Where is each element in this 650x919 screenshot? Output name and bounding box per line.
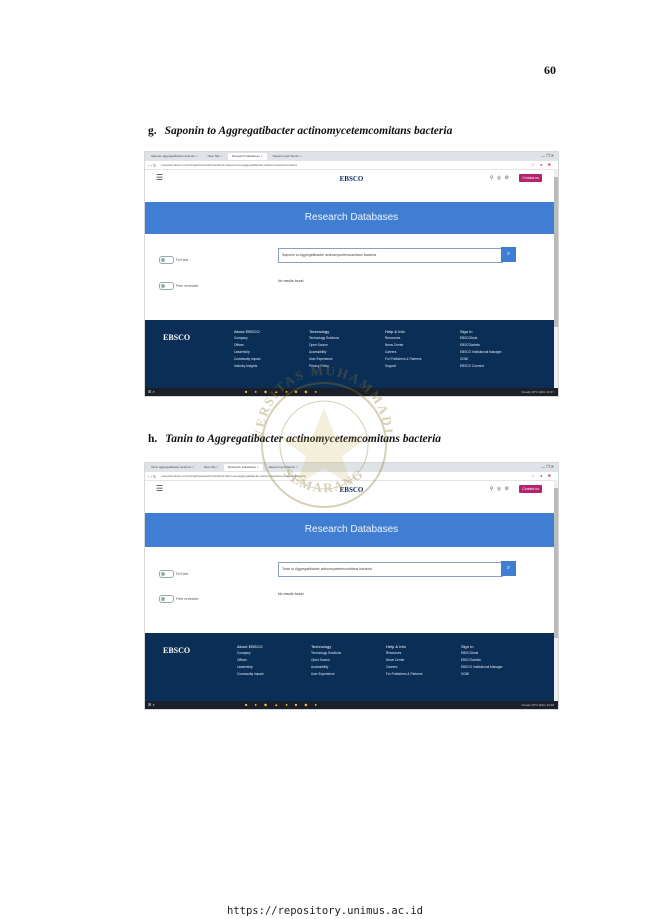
taskbar: ⊞ ⌕ ■ ● ◆ ▲ ● ■ ◆ ● Cloudy 26°C ENG 13:4… bbox=[145, 388, 558, 396]
back-forward-reload-icon[interactable]: ‹ › ↻ bbox=[148, 163, 156, 168]
taskbar: ⊞ ⌕ ■ ● ◆ ▲ ● ■ ◆ ● Cloudy 26°C ENG 13:4… bbox=[145, 701, 558, 709]
figure-label: g. bbox=[148, 125, 157, 137]
figure-caption-h: h. Tanin to Aggregatibacter actinomycetem… bbox=[148, 433, 441, 445]
screenshot-g: Saponin aggregatibacter actinom × New Ta… bbox=[144, 151, 559, 397]
figure-caption-text: Saponin to Aggregatibacter actinomycetem… bbox=[164, 125, 453, 137]
scrollbar[interactable] bbox=[554, 169, 558, 388]
footer-logo: EBSCO bbox=[163, 646, 191, 655]
browser-tab-bar: Tanin aggregatibacter actinom × New Tab … bbox=[145, 463, 558, 472]
browser-tab[interactable]: Tanin aggregatibacter actinom × bbox=[147, 464, 198, 471]
banner-title: Research Databases bbox=[145, 513, 558, 547]
site-footer: EBSCO About EBSCO Company Offices Leader… bbox=[145, 633, 558, 701]
search-button[interactable]: ⌕ bbox=[501, 247, 516, 262]
contact-us-button[interactable]: Contact us bbox=[519, 485, 542, 493]
search-input[interactable]: Tanin to Aggregatibacter actinomycetemco… bbox=[278, 562, 503, 577]
header-icons[interactable]: ⚲ ◎ ⚙ bbox=[490, 175, 510, 181]
browser-tab-active[interactable]: Research Databases × bbox=[224, 464, 263, 471]
header-icons[interactable]: ⚲ ◎ ⚙ bbox=[490, 486, 510, 492]
back-forward-reload-icon[interactable]: ‹ › ↻ bbox=[148, 474, 156, 479]
url-field[interactable]: research.ebsco.com/c/ntgcbm/search/resul… bbox=[161, 163, 411, 167]
footer-column: Sign In EBSCOhost EBSCOadmin EBSCO Insti… bbox=[460, 329, 502, 368]
results-message: No results found bbox=[278, 592, 304, 596]
footer-column: About EBSCO Company Offices Leadership C… bbox=[234, 329, 261, 368]
browser-tab[interactable]: Saponin and Tannin × bbox=[265, 464, 302, 471]
search-button[interactable]: ⌕ bbox=[501, 561, 516, 576]
results-message: No results found bbox=[278, 279, 304, 283]
footer-column: Help & Info Resources News Center Career… bbox=[385, 329, 422, 368]
footer-column: Technology Technology Solutions Open Sou… bbox=[311, 644, 342, 676]
browser-tab[interactable]: New Tab × bbox=[204, 153, 226, 160]
toggle-icon[interactable] bbox=[159, 570, 174, 578]
figure-caption-text: Tanin to Aggregatibacter actinomycetemco… bbox=[165, 433, 442, 445]
site-footer: EBSCO About EBSCO Company Offices Leader… bbox=[145, 320, 558, 388]
browser-tab-bar: Saponin aggregatibacter actinom × New Ta… bbox=[145, 152, 558, 161]
system-tray: Cloudy 26°C ENG 13:47 bbox=[521, 390, 554, 394]
taskbar-app-icons[interactable]: ■ ● ◆ ▲ ● ■ ◆ ● bbox=[245, 389, 320, 394]
contact-us-button[interactable]: Contact us bbox=[519, 174, 542, 182]
repository-url[interactable]: https://repository.unimus.ac.id bbox=[0, 905, 650, 917]
extension-icons[interactable]: ☆ ● ✱ bbox=[531, 473, 553, 478]
figure-label: h. bbox=[148, 433, 158, 445]
site-header: ☰ EBSCO ⚲ ◎ ⚙ Contact us bbox=[145, 170, 558, 188]
window-controls-icon[interactable]: — ❐ ✕ bbox=[541, 464, 554, 469]
scrollbar[interactable] bbox=[554, 480, 558, 701]
extension-icons[interactable]: ☆ ● ✱ bbox=[531, 162, 553, 167]
url-field[interactable]: research.ebsco.com/c/ntgcbm/search/resul… bbox=[161, 474, 411, 478]
footer-column: Sign In EBSCOhost EBSCOadmin EBSCO Insti… bbox=[461, 644, 503, 676]
screenshot-h: Tanin aggregatibacter actinom × New Tab … bbox=[144, 462, 559, 710]
address-bar: ‹ › ↻ research.ebsco.com/c/ntgcbm/search… bbox=[145, 472, 558, 481]
filter-peer-reviewed[interactable]: Peer reviewed bbox=[159, 282, 198, 290]
browser-tab[interactable]: New Tab × bbox=[200, 464, 222, 471]
filter-peer-reviewed[interactable]: Peer reviewed bbox=[159, 595, 198, 603]
toggle-icon[interactable] bbox=[159, 256, 174, 264]
browser-tab-active[interactable]: Research Databases × bbox=[227, 153, 267, 160]
banner-title: Research Databases bbox=[145, 202, 558, 234]
footer-column: About EBSCO Company Offices Leadership C… bbox=[237, 644, 264, 676]
site-header: ☰ EBSCO ⚲ ◎ ⚙ Contact us bbox=[145, 481, 558, 499]
browser-tab[interactable]: Saponin aggregatibacter actinom × bbox=[147, 153, 202, 160]
address-bar: ‹ › ↻ research.ebsco.com/c/ntgcbm/search… bbox=[145, 161, 558, 170]
toggle-icon[interactable] bbox=[159, 282, 174, 290]
footer-column: Help & Info Resources News Center Career… bbox=[386, 644, 423, 676]
filter-full-text[interactable]: Full text bbox=[159, 570, 188, 578]
taskbar-app-icons[interactable]: ■ ● ◆ ▲ ● ■ ◆ ● bbox=[245, 702, 320, 707]
start-search-icon[interactable]: ⊞ ⌕ bbox=[148, 702, 155, 707]
footer-logo: EBSCO bbox=[163, 333, 191, 342]
page-number: 60 bbox=[544, 63, 556, 77]
figure-caption-g: g. Saponin to Aggregatibacter actinomycet… bbox=[148, 125, 452, 137]
window-controls-icon[interactable]: — ❐ ✕ bbox=[541, 153, 554, 158]
toggle-icon[interactable] bbox=[159, 595, 174, 603]
system-tray: Cloudy 26°C ENG 13:48 bbox=[521, 703, 554, 707]
footer-column: Technology Technology Solutions Open Sou… bbox=[309, 329, 340, 368]
filter-full-text[interactable]: Full text bbox=[159, 256, 188, 264]
search-input[interactable]: Saponin to Aggregatibacter actinomycetem… bbox=[278, 248, 503, 263]
start-search-icon[interactable]: ⊞ ⌕ bbox=[148, 389, 155, 394]
browser-tab[interactable]: Saponin and Tannin × bbox=[269, 153, 306, 160]
